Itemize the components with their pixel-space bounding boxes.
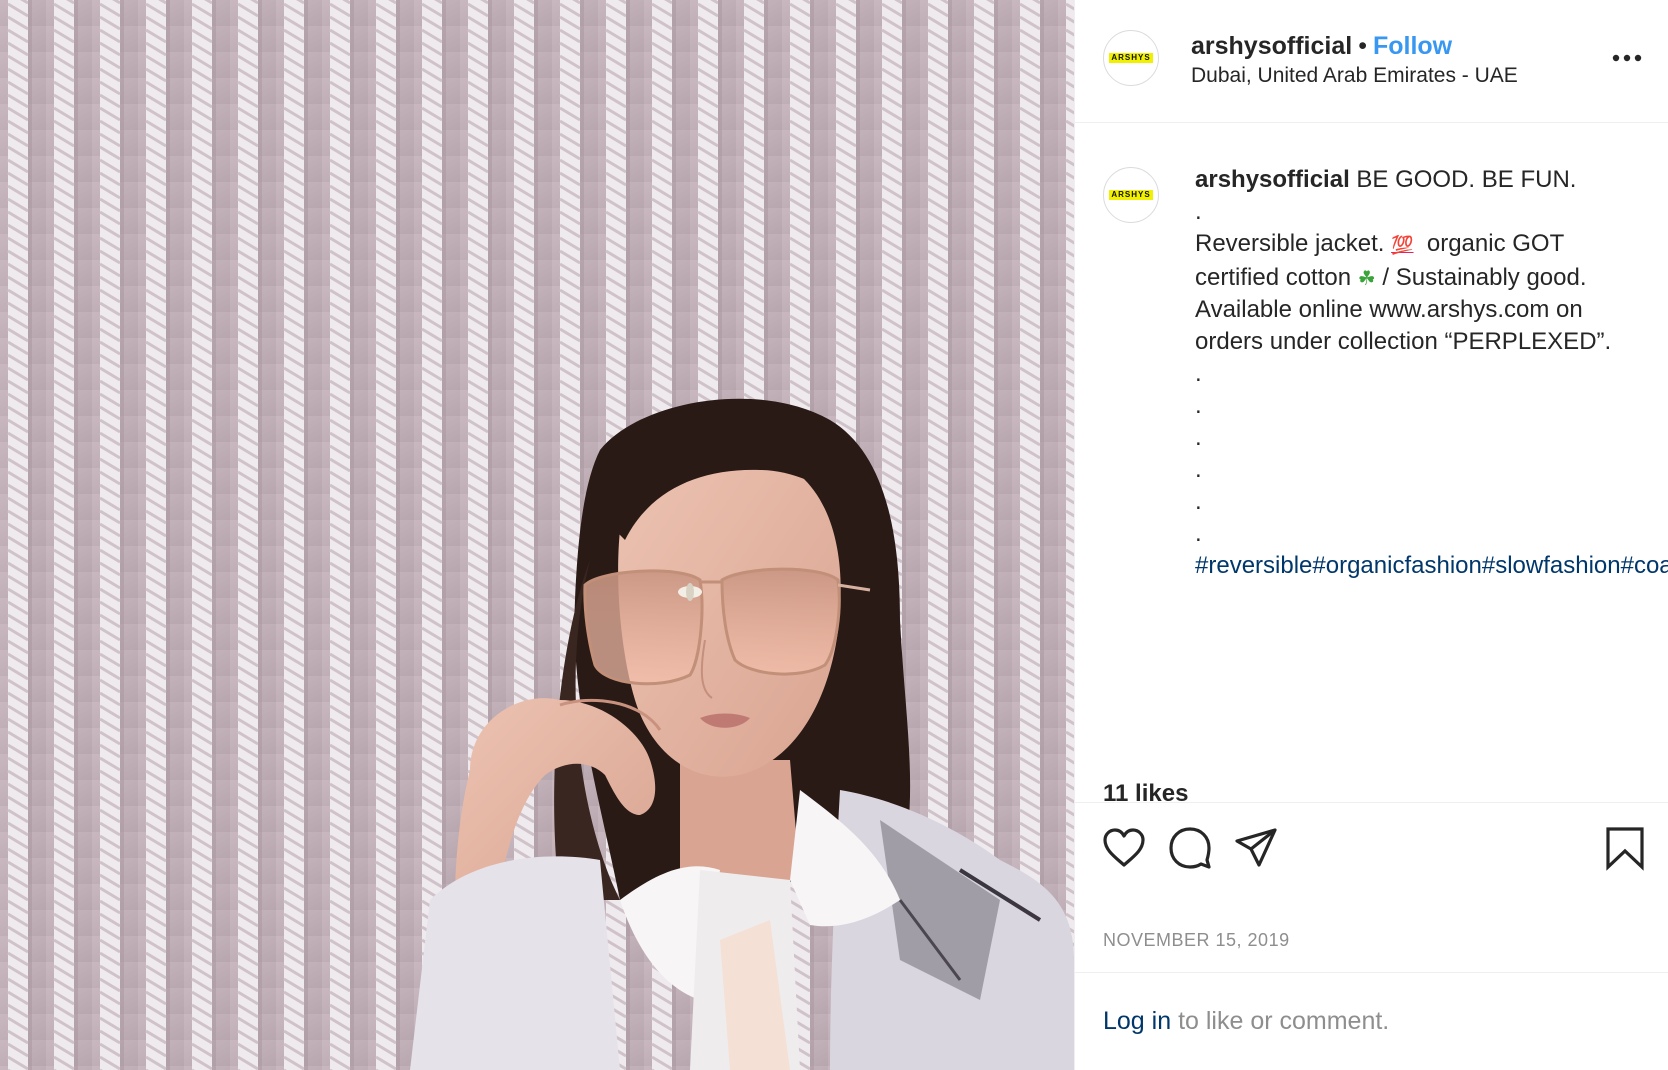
avatar-logo-text: ARSHYS [1109,53,1153,63]
caption-dot: . [1195,456,1202,483]
caption-line: arshysofficial BE GOOD. BE FUN. [1195,164,1650,196]
header-username-link[interactable]: arshysofficial [1191,32,1352,60]
instagram-post: ARSHYS arshysofficial • Follow Dubai, Unit… [0,0,1668,1070]
shamrock-emoji-icon: ☘ [1357,266,1376,290]
more-options-icon[interactable] [1612,46,1642,70]
post-date[interactable]: NOVEMBER 15, 2019 [1103,930,1290,951]
caption-area[interactable]: ARSHYS arshysofficial BE GOOD. BE FUN. .… [1075,123,1668,803]
post-photo[interactable] [0,0,1074,1070]
likes-count[interactable]: 11 likes [1103,780,1188,808]
caption-headline: BE GOOD. BE FUN. [1356,166,1577,193]
caption-username-link[interactable]: arshysofficial [1195,166,1350,193]
post-header: ARSHYS arshysofficial • Follow Dubai, Unit… [1075,0,1668,123]
caption-dot: . [1195,198,1202,225]
caption-avatar[interactable]: ARSHYS [1103,167,1159,223]
hundred-points-emoji-icon: 💯 [1391,235,1414,256]
caption-line: Reversible jacket. 💯 organic GOT [1195,228,1650,262]
hashtag-links[interactable]: #reversible#organicfashion#slowfashion#c… [1195,550,1668,582]
photo-model-sunglasses [0,0,1074,1070]
login-prompt-text: to like or comment. [1171,1007,1390,1035]
login-link[interactable]: Log in [1103,1007,1171,1035]
share-icon[interactable] [1233,825,1279,871]
post-side-panel: ARSHYS arshysofficial • Follow Dubai, Unit… [1074,0,1668,1070]
action-bar [1075,803,1668,887]
caption-sustainably: / Sustainably good. [1382,264,1587,291]
caption-line: certified cotton ☘ / Sustainably good. [1195,262,1650,294]
bookmark-icon[interactable] [1602,825,1648,871]
caption-orders: orders under collection “PERPLEXED”. [1195,328,1612,355]
header-user-line: arshysofficial • Follow [1191,30,1518,62]
follow-button[interactable]: Follow [1373,32,1452,60]
location-link[interactable]: Dubai, United Arab Emirates - UAE [1191,62,1518,90]
header-separator: • [1358,32,1367,60]
header-info: arshysofficial • Follow Dubai, United Arab… [1191,30,1518,90]
caption-dot: . [1195,520,1202,547]
caption-organic: organic GOT [1426,230,1565,257]
caption-text: arshysofficial BE GOOD. BE FUN. . Revers… [1195,164,1668,582]
caption-dot: . [1195,488,1202,515]
comment-icon[interactable] [1167,825,1213,871]
avatar-logo-text: ARSHYS [1109,190,1153,200]
caption-reversible: Reversible jacket. [1195,230,1385,257]
caption-dot: . [1195,392,1202,419]
caption-available: Available online www.arshys.com on [1195,296,1583,323]
caption-certified: certified cotton [1195,264,1352,291]
login-prompt: Log in to like or comment. [1075,972,1668,1070]
caption-dot: . [1195,360,1202,387]
caption-dot: . [1195,424,1202,451]
heart-icon[interactable] [1101,825,1147,871]
profile-avatar[interactable]: ARSHYS [1103,30,1159,86]
